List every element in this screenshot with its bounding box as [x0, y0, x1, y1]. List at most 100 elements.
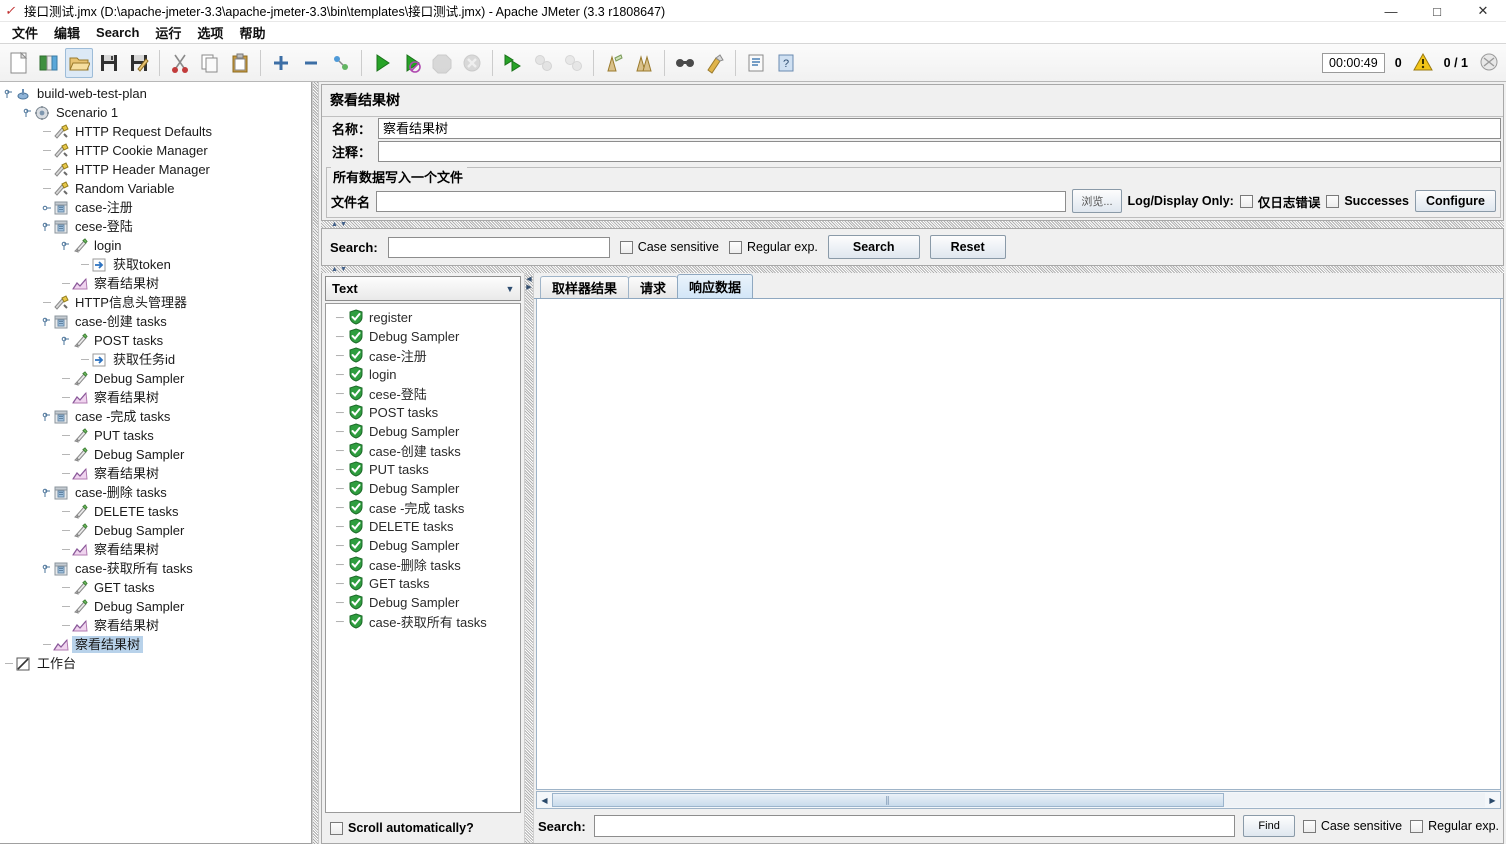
help-icon[interactable]: ? [772, 48, 800, 78]
sample-result-list[interactable]: ─ register ─ Debug Sampler ─ case-注册 ─ login ─ ce… [325, 303, 521, 813]
maximize-button[interactable]: □ [1414, 0, 1460, 22]
sample-result-item[interactable]: ─ Debug Sampler [326, 327, 520, 346]
bottom-regular-exp-checkbox[interactable]: Regular exp. [1410, 819, 1499, 833]
tree-expand-handle-open[interactable] [4, 84, 14, 103]
tab-request[interactable]: 请求 [628, 276, 679, 298]
scroll-right-icon[interactable]: ▶ [1485, 793, 1500, 808]
tree-expand-handle-open[interactable] [42, 559, 52, 578]
test-plan-tree-panel[interactable]: build-web-test-plan Scenario 1 HTTP Reques… [0, 82, 312, 844]
tree-node[interactable]: HTTP信息头管理器 [0, 293, 311, 312]
tree-node[interactable]: cese-登陆 [0, 217, 311, 236]
warning-icon[interactable] [1412, 52, 1434, 75]
tree-expand-handle-open[interactable] [23, 103, 33, 122]
collapse-up-icon[interactable]: ▲ [331, 221, 338, 228]
tree-node[interactable]: HTTP Header Manager [0, 160, 311, 179]
tab-response-data[interactable]: 响应数据 [677, 274, 754, 298]
tree-node[interactable]: HTTP Cookie Manager [0, 141, 311, 160]
paste-icon[interactable] [226, 48, 254, 78]
sample-result-item[interactable]: ─ case-创建 tasks [326, 441, 520, 460]
tree-expand-handle-open[interactable] [61, 236, 71, 255]
vertical-splitter[interactable] [312, 82, 319, 844]
tree-node[interactable]: case-获取所有 tasks [0, 559, 311, 578]
tree-node[interactable]: GET tasks [0, 578, 311, 597]
render-format-combo[interactable]: Text ▼ [325, 276, 521, 301]
tree-node[interactable]: 获取任务id [0, 350, 311, 369]
search-case-sensitive-checkbox[interactable]: Case sensitive [619, 240, 719, 254]
open-icon[interactable] [65, 47, 93, 78]
tree-node[interactable]: HTTP Request Defaults [0, 122, 311, 141]
sample-result-item[interactable]: ─ cese-登陆 [326, 384, 520, 403]
toggle-icon[interactable] [327, 48, 355, 78]
bottom-search-input[interactable] [593, 815, 1236, 837]
menu-help[interactable]: 帮助 [231, 21, 273, 44]
sample-result-item[interactable]: ─ register [326, 308, 520, 327]
copy-icon[interactable] [196, 48, 224, 78]
sample-result-item[interactable]: ─ case -完成 tasks [326, 498, 520, 517]
results-list-splitter[interactable]: ◀ ▶ [524, 273, 534, 843]
sample-result-item[interactable]: ─ Debug Sampler [326, 536, 520, 555]
sample-result-item[interactable]: ─ case-注册 [326, 346, 520, 365]
tree-node[interactable]: case -完成 tasks [0, 407, 311, 426]
sample-result-item[interactable]: ─ DELETE tasks [326, 517, 520, 536]
checkbox-box[interactable] [330, 821, 343, 835]
sample-result-item[interactable]: ─ Debug Sampler [326, 593, 520, 612]
new-icon[interactable] [5, 48, 33, 78]
response-horizontal-scrollbar[interactable]: ◀ ∥ ▶ [536, 791, 1501, 809]
scrollbar-thumb[interactable]: ∥ [552, 793, 1224, 807]
comment-input[interactable] [378, 141, 1501, 162]
start-icon[interactable] [368, 48, 396, 78]
sample-result-item[interactable]: ─ POST tasks [326, 403, 520, 422]
tree-node[interactable]: login [0, 236, 311, 255]
sample-result-item[interactable]: ─ Debug Sampler [326, 422, 520, 441]
checkbox-box[interactable] [1302, 819, 1316, 833]
collapse-down-icon[interactable]: ▼ [340, 266, 347, 273]
scrollbar-track[interactable]: ∥ [552, 793, 1485, 807]
reset-button[interactable]: Reset [929, 235, 1006, 259]
tree-node[interactable]: case-删除 tasks [0, 483, 311, 502]
menu-search[interactable]: Search [88, 23, 147, 42]
minimize-button[interactable]: — [1368, 0, 1414, 22]
tree-node[interactable]: case-注册 [0, 198, 311, 217]
sample-result-item[interactable]: ─ GET tasks [326, 574, 520, 593]
tree-node[interactable]: build-web-test-plan [0, 84, 311, 103]
save-as-icon[interactable] [125, 48, 153, 78]
horizontal-splitter-bottom[interactable]: ▲ ▼ [321, 266, 1504, 273]
tab-sampler-result[interactable]: 取样器结果 [540, 276, 630, 298]
tree-node[interactable]: 察看结果树 [0, 540, 311, 559]
save-icon[interactable] [95, 48, 123, 78]
tree-expand-handle-open[interactable] [42, 483, 52, 502]
tree-expand-handle-open[interactable] [61, 331, 71, 350]
search-button[interactable]: Search [827, 235, 920, 259]
tree-node[interactable]: 工作台 [0, 654, 311, 673]
collapse-up-icon[interactable]: ▲ [331, 266, 338, 273]
checkbox-box[interactable] [729, 240, 742, 254]
tree-node[interactable]: DELETE tasks [0, 502, 311, 521]
tree-node[interactable]: Random Variable [0, 179, 311, 198]
menu-options[interactable]: 选项 [189, 21, 231, 44]
tree-node[interactable]: 察看结果树 [0, 388, 311, 407]
clear-icon[interactable] [600, 48, 628, 78]
sample-result-item[interactable]: ─ Debug Sampler [326, 479, 520, 498]
tree-node[interactable]: Debug Sampler [0, 521, 311, 540]
name-input[interactable]: 察看结果树 [378, 118, 1501, 139]
menu-edit[interactable]: 编辑 [46, 21, 88, 44]
response-data-view[interactable] [536, 299, 1501, 790]
collapse-icon[interactable] [297, 48, 325, 78]
tree-node[interactable]: case-创建 tasks [0, 312, 311, 331]
templates-icon[interactable] [35, 48, 63, 78]
search-regular-exp-checkbox[interactable]: Regular exp. [729, 240, 818, 254]
close-button[interactable]: ✕ [1460, 0, 1506, 22]
horizontal-splitter-top[interactable]: ▲ ▼ [321, 221, 1504, 228]
checkbox-box[interactable] [619, 240, 633, 254]
expand-icon[interactable] [267, 48, 295, 78]
collapse-right-icon[interactable]: ▶ [526, 284, 531, 292]
tree-node[interactable]: Debug Sampler [0, 597, 311, 616]
configure-button[interactable]: Configure [1414, 190, 1496, 212]
start-no-pauses-icon[interactable] [398, 48, 426, 78]
chevron-down-icon[interactable]: ▼ [500, 277, 520, 300]
search-icon[interactable] [671, 48, 699, 78]
sample-result-item[interactable]: ─ login [326, 365, 520, 384]
tree-expand-handle-closed[interactable] [42, 198, 52, 217]
sample-result-item[interactable]: ─ case-获取所有 tasks [326, 612, 520, 631]
test-plan-tree[interactable]: build-web-test-plan Scenario 1 HTTP Reques… [0, 82, 311, 843]
